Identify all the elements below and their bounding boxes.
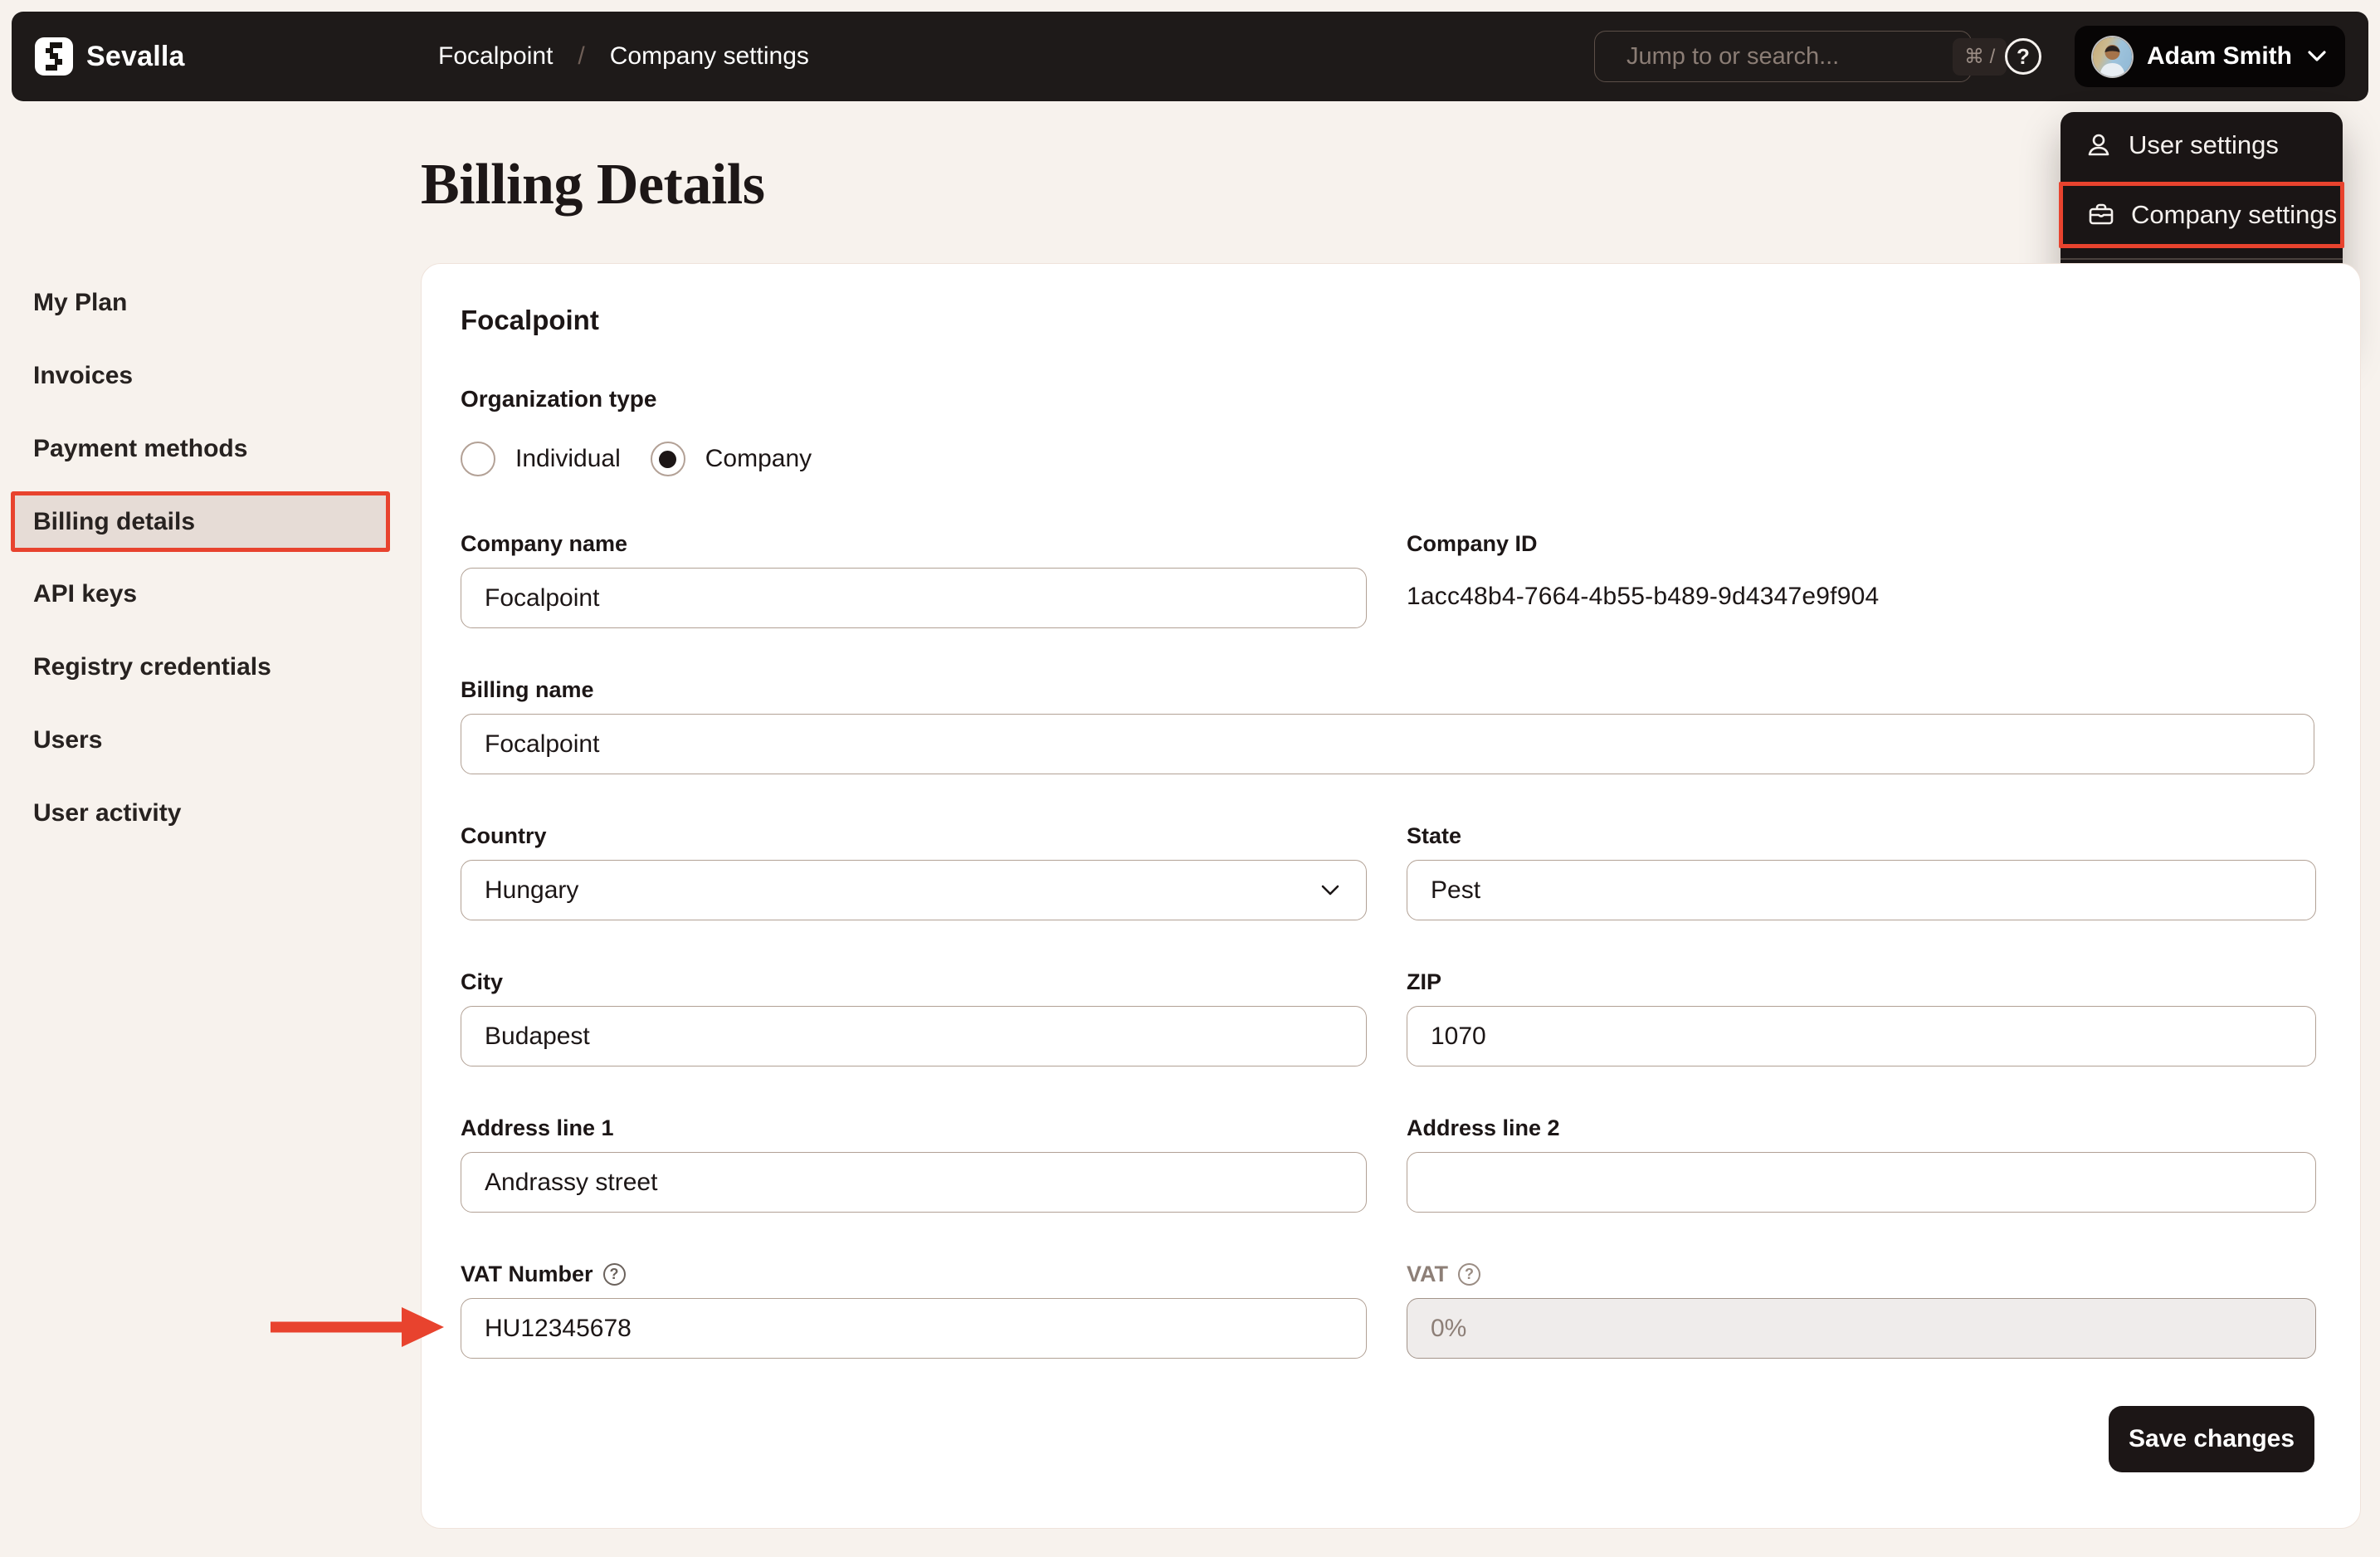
radio-option-individual[interactable]: Individual <box>461 442 621 476</box>
menu-divider <box>2061 258 2343 260</box>
billing-name-input[interactable] <box>461 714 2314 774</box>
address2-label: Address line 2 <box>1407 1115 1560 1140</box>
search-input[interactable] <box>1626 42 1939 71</box>
organization-type-radio-group: Individual Company <box>461 442 2314 476</box>
radio-option-company[interactable]: Company <box>650 442 812 476</box>
user-menu-button[interactable]: Adam Smith <box>2074 26 2345 87</box>
state-field-group: State <box>1407 822 2316 920</box>
billing-details-card: Focalpoint Organization type Individual … <box>421 263 2361 1529</box>
address1-field-group: Address line 1 <box>461 1114 1367 1213</box>
city-label: City <box>461 969 504 994</box>
vat-input <box>1407 1298 2316 1359</box>
state-input[interactable] <box>1407 860 2316 920</box>
vat-label-text: VAT <box>1407 1262 1448 1286</box>
sidebar-item-my-plan[interactable]: My Plan <box>33 288 127 318</box>
chevron-down-icon <box>1321 885 1339 895</box>
user-icon <box>2088 134 2109 156</box>
vat-number-label: VAT Number ? <box>461 1260 1367 1288</box>
breadcrumb-separator: / <box>578 42 585 70</box>
city-field-group: City <box>461 968 1367 1066</box>
company-card-title: Focalpoint <box>461 305 599 335</box>
radio-company[interactable] <box>650 442 685 476</box>
billing-name-label: Billing name <box>461 677 594 702</box>
avatar <box>2092 37 2132 76</box>
sidebar-item-users[interactable]: Users <box>33 725 102 755</box>
zip-label: ZIP <box>1407 969 1442 994</box>
company-name-label: Company name <box>461 531 628 556</box>
user-name: Adam Smith <box>2146 42 2292 70</box>
top-bar: Sevalla Focalpoint / Company settings ⌘ … <box>12 12 2368 101</box>
zip-input[interactable] <box>1407 1006 2316 1066</box>
breadcrumb-page: Company settings <box>609 42 809 70</box>
menu-item-user-settings[interactable]: User settings <box>2061 119 2343 172</box>
menu-item-label: Company settings <box>2131 200 2338 229</box>
sidebar-item-registry-credentials[interactable]: Registry credentials <box>33 652 271 682</box>
city-input[interactable] <box>461 1006 1367 1066</box>
annotation-arrow <box>271 1307 444 1347</box>
vat-number-label-text: VAT Number <box>461 1262 593 1286</box>
radio-label-company: Company <box>705 445 812 472</box>
zip-field-group: ZIP <box>1407 968 2316 1066</box>
country-select[interactable]: Hungary <box>461 860 1367 920</box>
billing-name-field-group: Billing name <box>461 676 2314 774</box>
radio-individual[interactable] <box>461 442 495 476</box>
brand[interactable]: Sevalla <box>35 37 185 76</box>
company-id-group: Company ID 1acc48b4-7664-4b55-b489-9d434… <box>1407 530 2316 628</box>
sidebar-item-user-activity[interactable]: User activity <box>33 798 181 828</box>
search-shortcut-badge: ⌘ / <box>1952 37 2007 76</box>
vat-number-field-group: VAT Number ? <box>461 1260 1367 1359</box>
brand-name: Sevalla <box>86 40 185 72</box>
company-name-input[interactable] <box>461 568 1367 628</box>
address2-field-group: Address line 2 <box>1407 1114 2316 1213</box>
vat-help-icon[interactable]: ? <box>1458 1262 1480 1286</box>
company-settings-highlight-box: Company settings <box>2059 182 2344 248</box>
breadcrumb-project[interactable]: Focalpoint <box>438 42 553 71</box>
sidebar-item-payment-methods[interactable]: Payment methods <box>33 434 247 464</box>
vat-field-group: VAT ? <box>1407 1260 2316 1359</box>
company-name-field-group: Company name <box>461 530 1367 628</box>
menu-item-label: User settings <box>2129 130 2279 159</box>
vat-number-help-icon[interactable]: ? <box>602 1262 626 1286</box>
pixel-s-glyph <box>46 42 62 71</box>
briefcase-icon <box>2089 203 2114 225</box>
sevalla-logo-icon <box>35 37 73 76</box>
vat-label: VAT ? <box>1407 1260 2316 1288</box>
address1-input[interactable] <box>461 1152 1367 1213</box>
help-icon[interactable]: ? <box>2004 38 2041 75</box>
address1-label: Address line 1 <box>461 1115 614 1140</box>
sidebar-item-billing-details[interactable]: Billing details <box>33 507 195 537</box>
chevron-down-icon <box>2308 51 2326 61</box>
company-id-label: Company ID <box>1407 531 1538 556</box>
state-label: State <box>1407 823 1462 848</box>
sidebar-item-api-keys[interactable]: API keys <box>33 579 137 609</box>
vat-number-input[interactable] <box>461 1298 1367 1359</box>
menu-item-company-settings[interactable]: Company settings <box>2063 186 2340 244</box>
address2-input[interactable] <box>1407 1152 2316 1213</box>
page-title: Billing Details <box>421 153 765 217</box>
breadcrumb: Focalpoint / Company settings <box>438 12 809 101</box>
organization-type-label: Organization type <box>461 386 657 412</box>
country-field-group: Country Hungary <box>461 822 1367 920</box>
country-selected-value: Hungary <box>485 876 579 904</box>
sidebar-item-invoices[interactable]: Invoices <box>33 361 133 391</box>
radio-label-individual: Individual <box>515 445 621 472</box>
save-changes-button[interactable]: Save changes <box>2109 1406 2314 1472</box>
search-box[interactable]: ⌘ / <box>1593 31 2007 82</box>
country-label: Country <box>461 823 547 848</box>
company-id-value: 1acc48b4-7664-4b55-b489-9d4347e9f904 <box>1407 583 1880 610</box>
